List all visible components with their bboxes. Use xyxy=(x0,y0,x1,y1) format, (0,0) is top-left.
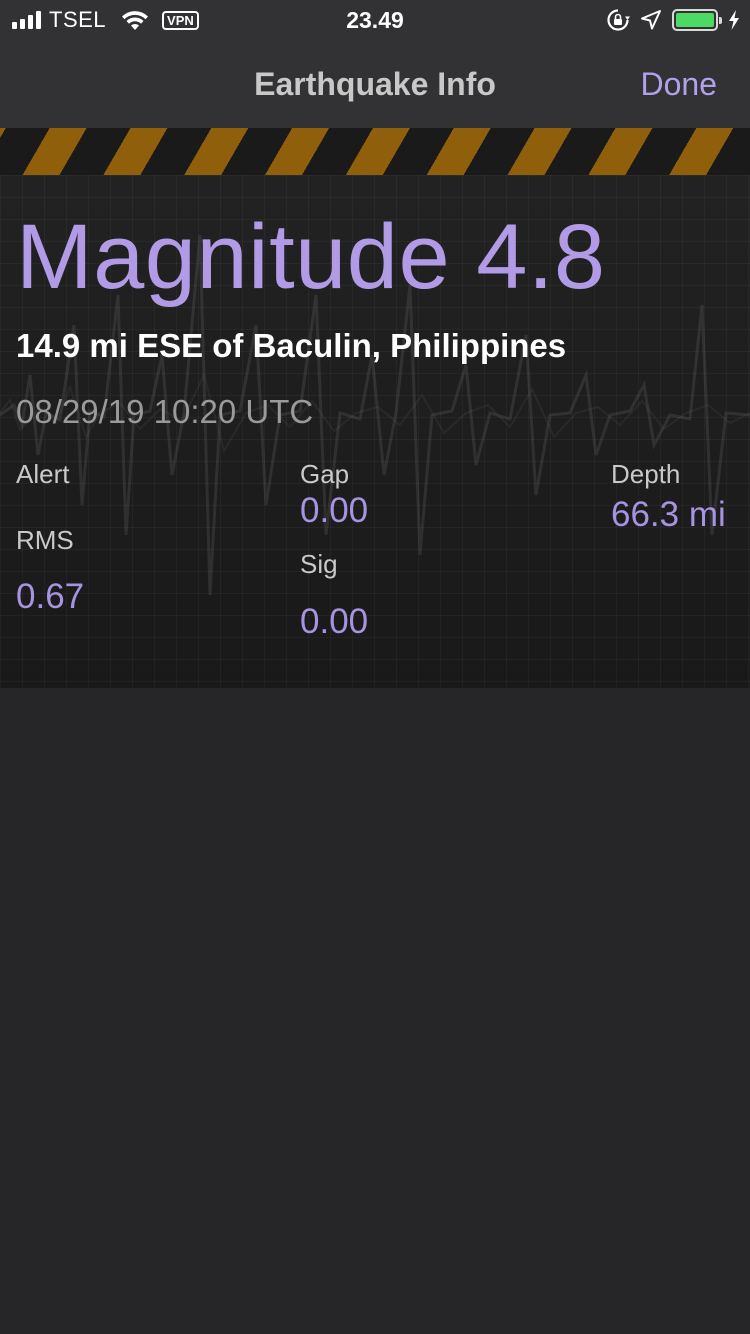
sig-label: Sig xyxy=(300,549,338,579)
magnitude-heading: Magnitude 4.8 xyxy=(16,206,606,308)
earthquake-info-card: Magnitude 4.8 14.9 mi ESE of Baculin, Ph… xyxy=(0,175,750,688)
gap-value: 0.00 xyxy=(300,491,369,530)
done-button[interactable]: Done xyxy=(641,66,718,103)
page-title: Earthquake Info xyxy=(254,66,496,102)
hazard-stripe-banner xyxy=(0,128,750,175)
depth-value: 66.3 mi xyxy=(611,495,726,534)
status-bar: TSEL VPN 23.49 xyxy=(0,0,750,40)
rms-label: RMS xyxy=(16,525,74,555)
depth-label: Depth xyxy=(611,459,681,489)
navigation-bar: Earthquake Info Done xyxy=(0,40,750,128)
alert-label: Alert xyxy=(16,459,70,489)
status-bar-right xyxy=(606,6,740,34)
battery-fill xyxy=(676,13,714,27)
event-datetime: 08/29/19 10:20 UTC xyxy=(16,393,314,430)
location-arrow-icon xyxy=(641,10,661,30)
rotation-lock-icon xyxy=(607,9,630,31)
gap-label: Gap xyxy=(300,459,350,489)
rms-value: 0.67 xyxy=(16,577,85,616)
battery-icon xyxy=(672,9,722,31)
location-text: 14.9 mi ESE of Baculin, Philippines xyxy=(16,327,567,364)
sig-value: 0.00 xyxy=(300,602,369,641)
charging-bolt-icon xyxy=(729,10,739,30)
